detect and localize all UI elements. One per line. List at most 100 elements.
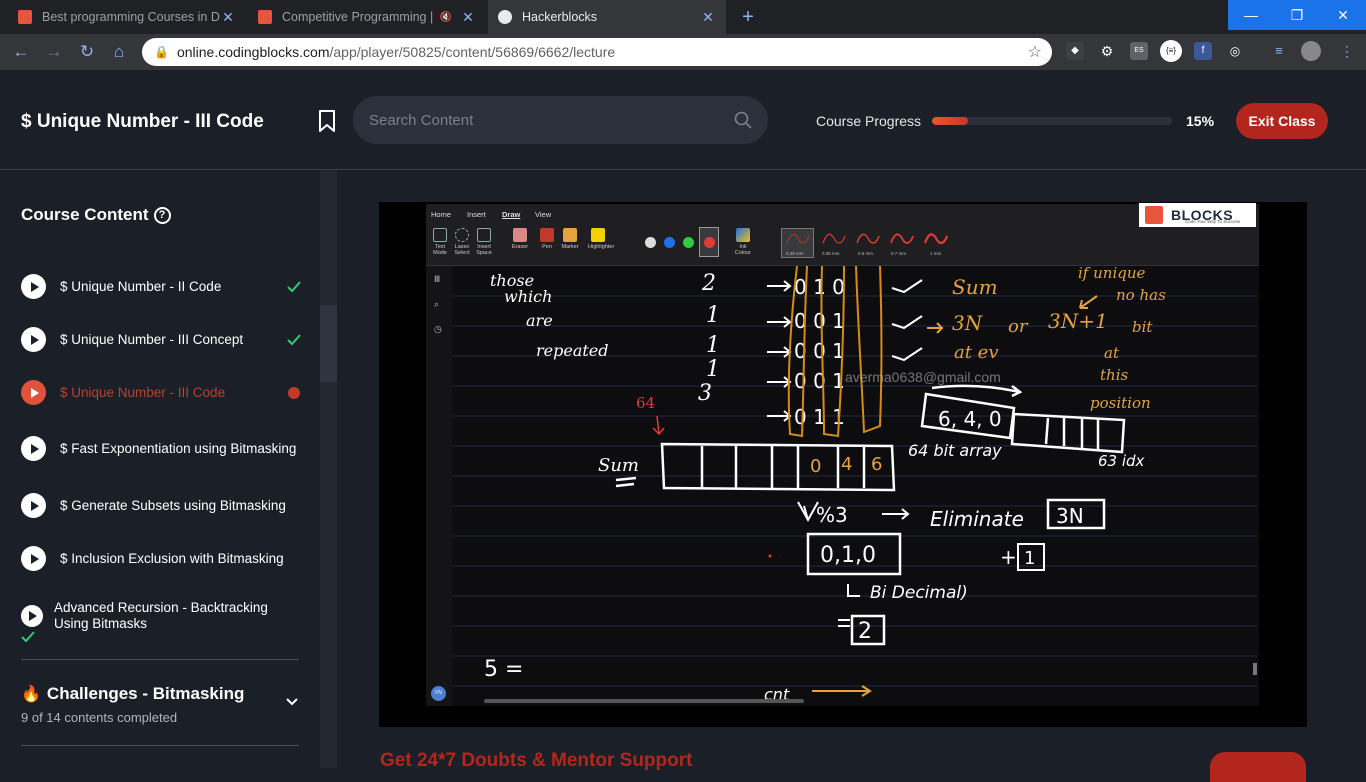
browser-tab-2[interactable]: Competitive Programming | 🔇 ✕	[248, 0, 486, 34]
sidebar-divider	[21, 745, 299, 746]
tool-label: Eraser	[511, 244, 529, 250]
browser-tab-1[interactable]: Best programming Courses in De ✕	[8, 0, 246, 34]
ribbon-tab-view: View	[535, 210, 552, 219]
close-window-button[interactable]: ✕	[1320, 0, 1366, 30]
bookmark-icon[interactable]	[318, 110, 336, 132]
media-playlist-icon[interactable]: ≡	[1270, 42, 1288, 60]
new-tab-button[interactable]: +	[738, 5, 758, 29]
doubt-support-heading: Get 24*7 Doubts & Mentor Support	[380, 750, 693, 771]
url-text[interactable]: online.codingblocks.com/app/player/50825…	[177, 44, 1028, 60]
whiteboard-ink: those which are repeated 2 1 1 1 3 0 1 0…	[452, 266, 1257, 704]
play-icon[interactable]	[21, 380, 46, 405]
section-header-challenges[interactable]: 🔥 Challenges - Bitmasking	[21, 684, 244, 704]
board-horizontal-scrollbar[interactable]	[484, 699, 804, 703]
eraser-icon	[513, 228, 527, 242]
ink-if-unique: if unique	[1078, 266, 1145, 282]
ink-result-bits: 0,1,0	[820, 543, 876, 568]
tab-title: Best programming Courses in De	[42, 10, 220, 24]
board-vertical-scrollbar[interactable]	[1253, 663, 1257, 675]
tab-close-icon[interactable]: ✕	[220, 9, 236, 26]
ribbon-tab-draw: Draw	[502, 210, 521, 219]
extension-ninja-icon[interactable]: ◆	[1066, 42, 1084, 60]
play-icon[interactable]	[21, 327, 46, 352]
minimize-button[interactable]: —	[1228, 0, 1274, 30]
ink-idx-label: 63 idx	[1098, 452, 1145, 470]
play-icon[interactable]	[21, 605, 43, 627]
forward-arrow-icon[interactable]: →	[42, 40, 66, 64]
sidebar-scrollbar-thumb[interactable]	[320, 305, 337, 382]
course-content-title: Course Content	[21, 205, 149, 224]
chrome-menu-icon[interactable]: ⋮	[1338, 42, 1356, 60]
chevron-down-icon[interactable]	[286, 696, 298, 708]
ribbon-tab-insert: Insert	[467, 210, 486, 219]
tab-close-icon[interactable]: ✕	[700, 9, 716, 26]
extension-json-icon[interactable]: {≡}	[1160, 40, 1182, 62]
tool-label: Highlighter	[588, 244, 615, 250]
sidebar-item-label: Advanced Recursion - Backtracking Using …	[54, 600, 268, 631]
sidebar-item-advanced-recursion[interactable]: Advanced Recursion - Backtracking Using …	[21, 600, 301, 632]
tool-label: Lasso Select	[454, 244, 470, 256]
sidebar-scroll-track[interactable]	[320, 171, 337, 768]
sidebar-item-fast-exponentiation[interactable]: $ Fast Exponentiation using Bitmasking	[21, 436, 301, 461]
ink-bit-row: 0 0 1	[794, 309, 845, 333]
pen-size-label: 0.7 mm	[891, 251, 907, 256]
ink-result-value: 2	[858, 619, 872, 644]
ink-sum-label: Sum	[952, 275, 998, 299]
tab-close-icon[interactable]: ✕	[460, 9, 476, 26]
tool-label: Pen	[542, 244, 552, 250]
sidebar-item-unique-number-iii-concept[interactable]: $ Unique Number - III Concept	[21, 327, 301, 352]
highlighter-icon	[591, 228, 605, 242]
ink-three-n: 3N	[952, 311, 984, 335]
color-blue-icon	[664, 237, 675, 248]
back-arrow-icon[interactable]: ←	[9, 40, 33, 64]
search-icon[interactable]	[734, 111, 752, 129]
ink-bit-row: 0 0 1	[794, 369, 845, 393]
hackerblocks-favicon-icon	[498, 10, 512, 24]
pen-size-label: 0.5 mm	[858, 251, 874, 256]
browser-tab-3[interactable]: Hackerblocks ✕	[488, 0, 726, 34]
play-icon[interactable]	[21, 274, 46, 299]
ribbon-tool-marker: Marker	[560, 228, 580, 250]
notebooks-icon: Ⅲ	[434, 274, 441, 284]
ink-or: or	[1008, 316, 1029, 337]
bookmark-star-icon[interactable]: ☆	[1028, 42, 1042, 62]
address-bar[interactable]: 🔒 online.codingblocks.com/app/player/508…	[142, 38, 1052, 66]
color-red-icon	[704, 237, 715, 248]
ink-three-n-plus-one: 3N+1	[1048, 309, 1108, 333]
sidebar-item-unique-number-ii-code[interactable]: $ Unique Number - II Code	[21, 274, 301, 299]
tab-title: Competitive Programming |	[282, 10, 434, 24]
mute-icon[interactable]: 🔇	[440, 12, 452, 23]
extension-es-icon[interactable]: ES	[1130, 42, 1148, 60]
maximize-button[interactable]: ❐	[1274, 0, 1320, 30]
profile-avatar[interactable]	[1301, 41, 1321, 61]
doubt-support-button[interactable]	[1210, 752, 1306, 782]
ink-at-ev: at ev	[954, 342, 999, 363]
play-icon[interactable]	[21, 493, 46, 518]
sidebar-item-label: $ Fast Exponentiation using Bitmasking	[60, 440, 297, 456]
extension-facebook-icon[interactable]: f	[1194, 42, 1212, 60]
ink-position: position	[1090, 394, 1151, 412]
ribbon-tool-ink-colour: Ink Colour	[733, 228, 753, 256]
codingblocks-favicon-icon	[258, 10, 272, 24]
tool-label: Ink Colour	[734, 244, 752, 256]
ink-sum-cell: 0	[810, 456, 821, 477]
email-watermark: averma0638@gmail.com	[845, 369, 1001, 385]
extension-spy-icon[interactable]: ◎	[1226, 42, 1244, 60]
ink-plus: +	[1000, 545, 1017, 569]
search-input[interactable]	[369, 111, 734, 129]
sidebar-item-unique-number-iii-code[interactable]: $ Unique Number - III Code	[21, 380, 301, 405]
play-icon[interactable]	[21, 546, 46, 571]
reload-icon[interactable]: ↻	[75, 40, 99, 64]
marker-icon	[563, 228, 577, 242]
play-icon[interactable]	[21, 436, 46, 461]
course-sidebar	[0, 171, 340, 768]
sidebar-item-generate-subsets[interactable]: $ Generate Subsets using Bitmasking	[21, 493, 301, 518]
ink-sum-left: Sum	[598, 455, 639, 476]
url-host: online.codingblocks.com	[176, 44, 330, 60]
home-icon[interactable]: ⌂	[107, 40, 131, 64]
extension-gear-icon[interactable]: ⚙	[1098, 42, 1116, 60]
search-box[interactable]	[353, 96, 768, 144]
sidebar-item-inclusion-exclusion[interactable]: $ Inclusion Exclusion with Bitmasking	[21, 546, 301, 571]
exit-class-button[interactable]: Exit Class	[1236, 103, 1328, 139]
help-icon[interactable]: ?	[153, 206, 171, 224]
